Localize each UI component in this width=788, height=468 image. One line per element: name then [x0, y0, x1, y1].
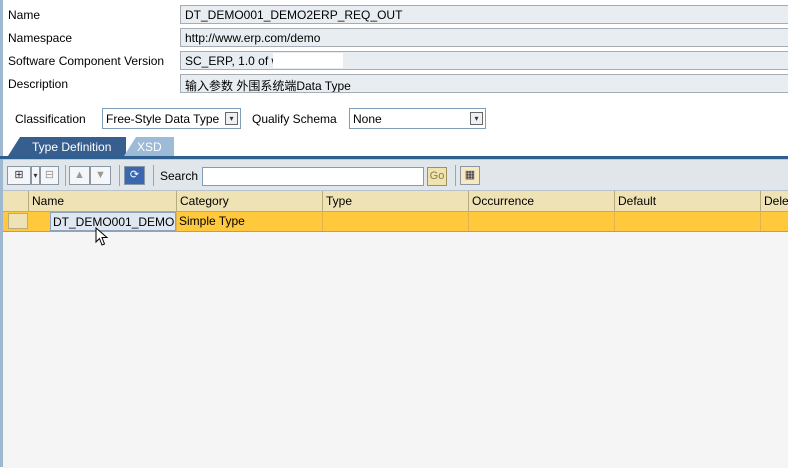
toolbar-separator: [65, 165, 66, 186]
tab-type-definition[interactable]: Type Definition: [8, 137, 126, 156]
namespace-field[interactable]: http://www.erp.com/demo: [180, 28, 788, 47]
tab-xsd-label: XSD: [137, 140, 162, 154]
column-header-delete[interactable]: Dele: [760, 191, 788, 211]
qualify-schema-dropdown-icon[interactable]: ▾: [470, 112, 483, 125]
namespace-row: Namespace http://www.erp.com/demo: [0, 28, 788, 48]
search-label: Search: [160, 169, 199, 183]
column-header-name[interactable]: Name: [28, 191, 176, 211]
toolbar-separator: [119, 165, 120, 186]
type-definition-panel: ⊞ ▾ ⊟ ▲ ▼ ⟳ Search Go ▦ Name Category Ty…: [3, 159, 788, 468]
table-settings-icon[interactable]: ▦: [460, 166, 480, 185]
classification-label: Classification: [15, 112, 86, 126]
toolbar-separator: [455, 165, 456, 186]
table-row[interactable]: DT_DEMO001_DEMO2 Simple Type: [3, 212, 788, 232]
table-toolbar: ⊞ ▾ ⊟ ▲ ▼ ⟳ Search Go ▦: [3, 160, 788, 191]
column-header-category[interactable]: Category: [176, 191, 322, 211]
classification-dropdown-icon[interactable]: ▾: [225, 112, 238, 125]
description-label: Description: [8, 77, 69, 91]
description-row: Description 输入参数 外围系统端Data Type: [0, 74, 788, 94]
classification-bar: Classification Free-Style Data Type ▾ Qu…: [0, 108, 788, 130]
table-header: Name Category Type Occurrence Default De…: [3, 191, 788, 212]
qualify-schema-label: Qualify Schema: [252, 112, 337, 126]
toolbar-separator: [153, 165, 154, 186]
move-up-icon[interactable]: ▲: [69, 166, 90, 185]
row-selector[interactable]: [8, 213, 28, 229]
name-row: Name DT_DEMO001_DEMO2ERP_REQ_OUT: [0, 5, 788, 25]
column-header-default[interactable]: Default: [614, 191, 760, 211]
move-down-icon[interactable]: ▼: [90, 166, 111, 185]
qualify-schema-value: None: [353, 112, 382, 126]
row-delete-cell[interactable]: [760, 212, 788, 231]
software-component-version-label: Software Component Version: [8, 54, 165, 68]
column-header-occurrence[interactable]: Occurrence: [468, 191, 614, 211]
column-header-type[interactable]: Type: [322, 191, 468, 211]
classification-value: Free-Style Data Type: [106, 112, 220, 126]
row-default-cell[interactable]: [614, 212, 760, 231]
description-field[interactable]: 输入参数 外围系统端Data Type: [180, 74, 788, 93]
search-input[interactable]: [202, 167, 424, 186]
tab-type-definition-label: Type Definition: [32, 140, 112, 154]
row-type-cell[interactable]: [322, 212, 468, 231]
dropdown-arrow-icon[interactable]: ▾: [31, 166, 40, 185]
name-label: Name: [8, 8, 41, 22]
software-component-version-field[interactable]: SC_ERP, 1.0 of www.i: [180, 51, 788, 70]
name-field[interactable]: DT_DEMO001_DEMO2ERP_REQ_OUT: [180, 5, 788, 24]
go-button[interactable]: Go: [427, 167, 447, 186]
classification-select[interactable]: Free-Style Data Type ▾: [102, 108, 241, 129]
row-category-cell[interactable]: Simple Type: [176, 212, 322, 231]
namespace-label: Namespace: [8, 31, 73, 45]
tab-xsd[interactable]: XSD: [124, 137, 174, 156]
row-occurrence-cell[interactable]: [468, 212, 614, 231]
qualify-schema-select[interactable]: None ▾: [349, 108, 486, 129]
row-name-cell[interactable]: DT_DEMO001_DEMO2: [50, 212, 176, 231]
mouse-cursor-icon: [95, 227, 109, 246]
insert-row-icon[interactable]: ⊞: [7, 166, 31, 185]
software-component-version-row: Software Component Version SC_ERP, 1.0 o…: [0, 51, 788, 71]
redaction-mask: [273, 53, 343, 68]
delete-row-icon[interactable]: ⊟: [40, 166, 59, 185]
refresh-icon[interactable]: ⟳: [124, 166, 145, 185]
